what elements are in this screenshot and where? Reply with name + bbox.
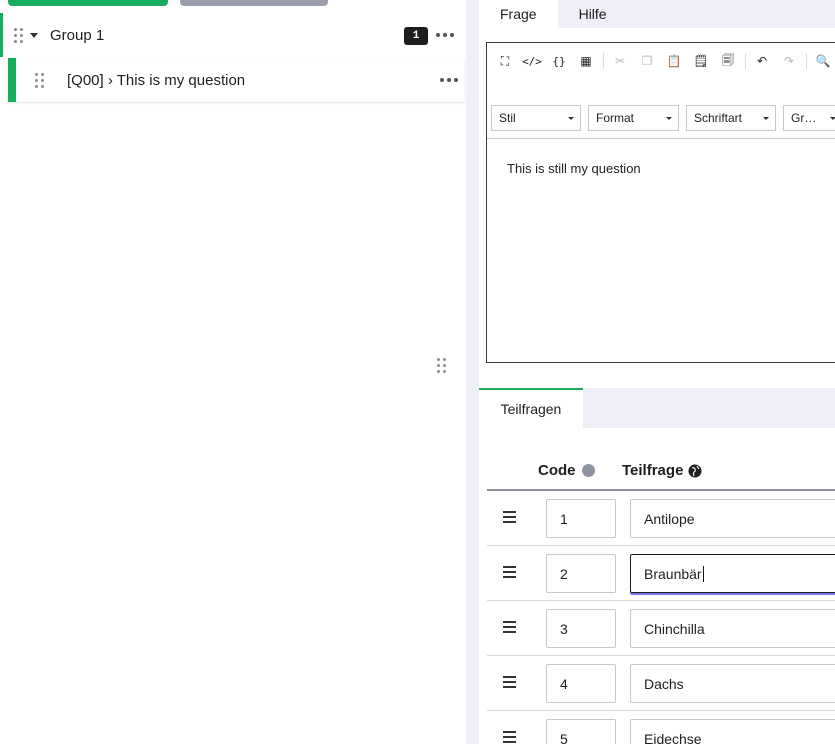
structure-panel: Group 1 1 [Q00] › This is my question: [0, 0, 466, 744]
maximize-icon[interactable]: ⛶: [495, 53, 515, 69]
question-row[interactable]: [Q00] › This is my question: [8, 58, 464, 102]
chevron-down-icon: [830, 117, 835, 120]
group-more-icon[interactable]: [436, 33, 454, 37]
subquestion-input[interactable]: Dachs: [630, 664, 835, 703]
table-row: 3 Chinchilla: [487, 601, 835, 656]
editor-toolbar: ⛶ </> {} ▦ ✂ ❐ 📋 🗒 🗐 ↶ ↷ 🔍 Stil Format S…: [487, 43, 835, 139]
table-row: 1 Antilope: [487, 491, 835, 546]
table-icon[interactable]: ▦: [576, 53, 596, 69]
language-tabs: Frage Hilfe: [479, 0, 628, 28]
text-column-header: Teilfrage: [622, 462, 702, 479]
table-header: Code Teilfrage: [487, 452, 835, 491]
subquestion-input-focused[interactable]: Braunbär: [630, 554, 835, 593]
secondary-action-button[interactable]: [180, 0, 328, 6]
reorder-icon[interactable]: [503, 676, 516, 691]
editor-container: ⛶ </> {} ▦ ✂ ❐ 📋 🗒 🗐 ↶ ↷ 🔍 Stil Format S…: [479, 28, 835, 388]
reorder-icon[interactable]: [503, 621, 516, 636]
globe-icon[interactable]: [688, 464, 702, 478]
redo-icon[interactable]: ↷: [779, 53, 799, 69]
code-input[interactable]: 1: [546, 499, 616, 538]
code-input[interactable]: 4: [546, 664, 616, 703]
subquestion-input[interactable]: Chinchilla: [630, 609, 835, 648]
table-row: 2 Braunbär: [487, 546, 835, 601]
rich-text-editor: ⛶ </> {} ▦ ✂ ❐ 📋 🗒 🗐 ↶ ↷ 🔍 Stil Format S…: [486, 42, 835, 363]
tab-teilfragen[interactable]: Teilfragen: [479, 388, 583, 428]
collapse-caret-icon[interactable]: [30, 32, 38, 38]
text-header-label: Teilfrage: [622, 462, 684, 479]
subquestion-table: Code Teilfrage 1 Antilope 2 Braunbär 3 C…: [479, 428, 835, 744]
paste-word-icon[interactable]: 🗐: [718, 53, 738, 69]
undo-icon[interactable]: ↶: [752, 53, 772, 69]
group-title: Group 1: [50, 26, 105, 44]
reorder-icon[interactable]: [503, 511, 516, 526]
tab-hilfe[interactable]: Hilfe: [558, 0, 628, 28]
source-icon[interactable]: </>: [522, 53, 542, 69]
style-dropdown-label: Stil: [499, 111, 516, 125]
code-input[interactable]: 3: [546, 609, 616, 648]
chevron-down-icon: [763, 117, 769, 120]
question-group-row[interactable]: Group 1 1: [0, 13, 466, 57]
question-editor-panel: Frage Hilfe ⛶ </> {} ▦ ✂ ❐ 📋 🗒 🗐 ↶ ↷ 🔍 S…: [479, 0, 835, 744]
size-dropdown-label: Gr…: [791, 111, 817, 125]
font-dropdown[interactable]: Schriftart: [686, 105, 776, 131]
info-icon[interactable]: [581, 464, 595, 477]
paste-icon[interactable]: 📋: [664, 53, 684, 69]
code-input[interactable]: 2: [546, 554, 616, 593]
code-braces-icon[interactable]: {}: [549, 53, 569, 69]
search-icon[interactable]: 🔍: [813, 53, 833, 69]
code-column-header: Code: [538, 462, 595, 479]
drag-handle-icon[interactable]: [14, 27, 23, 43]
tab-frage[interactable]: Frage: [479, 0, 558, 28]
table-row: 5 Eidechse: [487, 711, 835, 744]
question-title[interactable]: [Q00] › This is my question: [67, 72, 245, 89]
drag-handle-icon[interactable]: [35, 72, 44, 88]
primary-action-button[interactable]: [8, 0, 168, 6]
question-more-icon[interactable]: [440, 78, 458, 82]
code-header-label: Code: [538, 462, 576, 479]
reorder-icon[interactable]: [503, 566, 516, 581]
chevron-down-icon: [568, 117, 574, 120]
paste-text-icon[interactable]: 🗒: [691, 53, 711, 69]
question-count-badge: 1: [404, 27, 428, 45]
format-dropdown[interactable]: Format: [588, 105, 679, 131]
panel-divider[interactable]: [466, 0, 479, 744]
table-row: 4 Dachs: [487, 656, 835, 711]
subquestion-input[interactable]: Eidechse: [630, 719, 835, 744]
editor-content[interactable]: This is still my question: [507, 161, 641, 176]
reorder-icon[interactable]: [503, 731, 516, 744]
size-dropdown[interactable]: Gr…: [783, 105, 835, 131]
font-dropdown-label: Schriftart: [694, 111, 743, 125]
text-cursor: [702, 565, 704, 582]
panel-resize-handle-icon[interactable]: [437, 358, 446, 373]
chevron-down-icon: [666, 117, 672, 120]
format-dropdown-label: Format: [596, 111, 635, 125]
code-input[interactable]: 5: [546, 719, 616, 744]
subquestion-tab-strip: Teilfragen: [479, 388, 835, 428]
style-dropdown[interactable]: Stil: [491, 105, 581, 131]
subquestion-input[interactable]: Antilope: [630, 499, 835, 538]
subquestion-input-value: Braunbär: [644, 565, 702, 582]
cut-icon[interactable]: ✂: [610, 53, 630, 69]
copy-icon[interactable]: ❐: [637, 53, 657, 69]
